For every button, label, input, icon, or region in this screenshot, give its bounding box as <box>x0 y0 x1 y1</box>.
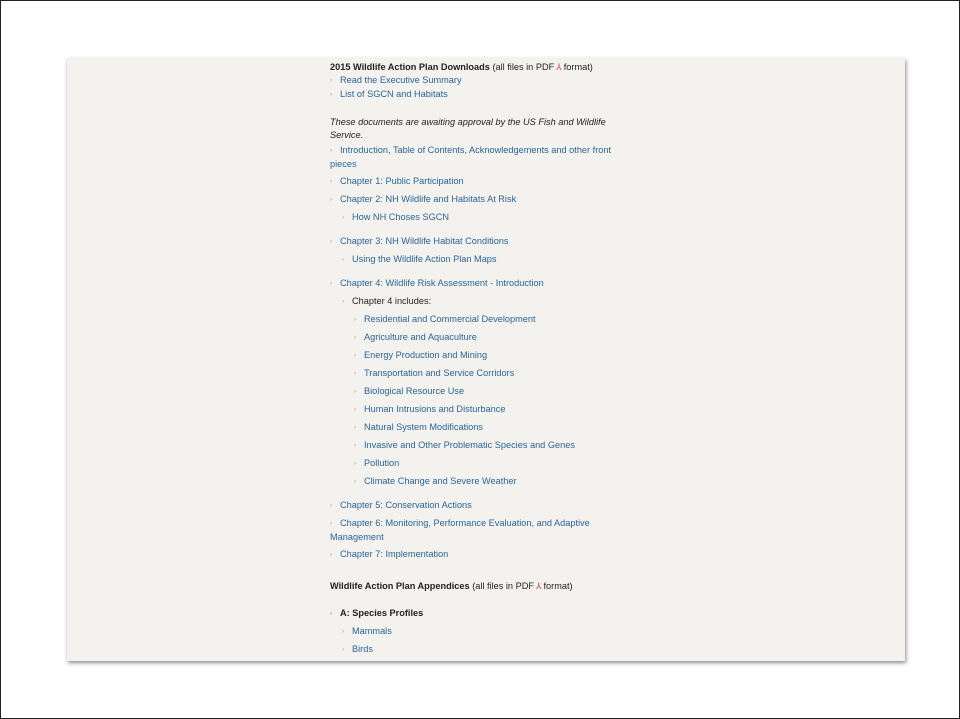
list-item: › List of SGCN and Habitats <box>330 88 630 102</box>
chevron-right-icon: › <box>330 92 332 98</box>
chevron-right-icon: › <box>330 611 332 617</box>
pdf-icon: ⅄ <box>535 581 542 591</box>
chevron-right-icon: › <box>354 389 356 395</box>
chevron-right-icon: › <box>330 197 332 203</box>
chevron-right-icon: › <box>342 257 344 263</box>
chevron-right-icon: › <box>354 353 356 359</box>
chevron-right-icon: › <box>354 479 356 485</box>
list-item: › Agriculture and Aquaculture <box>330 331 630 345</box>
chapter-7-link[interactable]: Chapter 7: Implementation <box>340 549 448 559</box>
list-item: › Birds <box>330 643 630 657</box>
chevron-right-icon: › <box>330 239 332 245</box>
list-item: › Invasive and Other Problematic Species … <box>330 439 630 453</box>
list-item: › Human Intrusions and Disturbance <box>330 403 630 417</box>
list-item: › Residential and Commercial Development <box>330 313 630 327</box>
chevron-right-icon: › <box>354 443 356 449</box>
chevron-right-icon: › <box>330 521 332 527</box>
chapter-1-link[interactable]: Chapter 1: Public Participation <box>340 176 464 186</box>
list-item: › Transportation and Service Corridors <box>330 367 630 381</box>
screenshot-frame: 2015 Wildlife Action Plan Downloads (all… <box>0 0 960 719</box>
chevron-right-icon: › <box>354 407 356 413</box>
chapter-2-link[interactable]: Chapter 2: NH Wildlife and Habitats At R… <box>340 194 516 204</box>
downloads-title: 2015 Wildlife Action Plan Downloads <box>330 62 490 72</box>
species-profiles-title: A: Species Profiles <box>340 608 424 618</box>
chevron-right-icon: › <box>354 317 356 323</box>
chapter-4-topic-link[interactable]: Pollution <box>364 458 399 468</box>
approval-note: These documents are awaiting approval by… <box>330 117 606 140</box>
chevron-right-icon: › <box>330 552 332 558</box>
list-item: › Introduction, Table of Contents, Acknow… <box>330 144 630 171</box>
appendices-note-pre: (all files in PDF <box>472 581 534 591</box>
list-item: › How NH Choses SGCN <box>330 211 630 225</box>
chapter-4-topic-link[interactable]: Natural System Modifications <box>364 422 483 432</box>
executive-summary-link[interactable]: Read the Executive Summary <box>340 75 462 85</box>
species-list: ›Mammals›Birds›Reptiles›Amphibians <box>330 625 630 661</box>
sgcn-choice-link[interactable]: How NH Choses SGCN <box>352 212 449 222</box>
downloads-note-post: format) <box>563 62 593 72</box>
appendices-title: Wildlife Action Plan Appendices <box>330 581 470 591</box>
appendices-note-post: format) <box>543 581 573 591</box>
chapter-4-topic-link[interactable]: Residential and Commercial Development <box>364 314 536 324</box>
list-item: › Climate Change and Severe Weather <box>330 475 630 489</box>
list-item: › Chapter 4: Wildlife Risk Assessment - I… <box>330 277 630 291</box>
list-item: › Chapter 5: Conservation Actions <box>330 499 630 513</box>
chapter-4-topic-link[interactable]: Human Intrusions and Disturbance <box>364 404 505 414</box>
list-item: › Chapter 2: NH Wildlife and Habitats At … <box>330 193 630 207</box>
chapter-6-link[interactable]: Chapter 6: Monitoring, Performance Evalu… <box>330 518 590 542</box>
chapter-5-link[interactable]: Chapter 5: Conservation Actions <box>340 500 472 510</box>
species-profile-link[interactable]: Birds <box>352 644 373 654</box>
chevron-right-icon: › <box>342 299 344 305</box>
downloads-heading: 2015 Wildlife Action Plan Downloads (all… <box>330 61 630 74</box>
chapter-4-link[interactable]: Chapter 4: Wildlife Risk Assessment - In… <box>340 278 544 288</box>
list-item: › Chapter 6: Monitoring, Performance Eval… <box>330 517 630 544</box>
chevron-right-icon: › <box>354 461 356 467</box>
list-item: › Mammals <box>330 625 630 639</box>
chapter-4-topic-link[interactable]: Invasive and Other Problematic Species a… <box>364 440 575 450</box>
intro-link[interactable]: Introduction, Table of Contents, Acknowl… <box>330 145 611 169</box>
chapters-list-end: › Chapter 5: Conservation Actions › Chapte… <box>330 499 630 562</box>
chapter-4-topic-link[interactable]: Energy Production and Mining <box>364 350 487 360</box>
chapter-4-topic-link[interactable]: Climate Change and Severe Weather <box>364 476 517 486</box>
list-item: › A: Species Profiles <box>330 607 630 621</box>
chevron-right-icon: › <box>330 281 332 287</box>
chevron-right-icon: › <box>342 215 344 221</box>
chevron-right-icon: › <box>330 503 332 509</box>
list-item: › Pollution <box>330 457 630 471</box>
list-item: › Chapter 4 includes: <box>330 295 630 309</box>
chevron-right-icon: › <box>354 335 356 341</box>
page-content: 2015 Wildlife Action Plan Downloads (all… <box>330 61 630 661</box>
maps-link[interactable]: Using the Wildlife Action Plan Maps <box>352 254 497 264</box>
downloads-note-pre: (all files in PDF <box>492 62 555 72</box>
list-item: › Read the Executive Summary <box>330 74 630 88</box>
sgcn-habitats-link[interactable]: List of SGCN and Habitats <box>340 89 448 99</box>
list-item: › Using the Wildlife Action Plan Maps <box>330 253 630 267</box>
list-item: › Chapter 1: Public Participation <box>330 175 630 189</box>
list-item: › Chapter 3: NH Wildlife Habitat Conditio… <box>330 235 630 249</box>
chevron-right-icon: › <box>354 425 356 431</box>
appendices-heading: Wildlife Action Plan Appendices (all fil… <box>330 580 630 593</box>
chapter-4-topic-link[interactable]: Transportation and Service Corridors <box>364 368 514 378</box>
web-page: 2015 Wildlife Action Plan Downloads (all… <box>67 58 905 661</box>
chapter-4-topic-link[interactable]: Biological Resource Use <box>364 386 464 396</box>
chevron-right-icon: › <box>342 629 344 635</box>
appendices-list: › A: Species Profiles <box>330 607 630 621</box>
downloads-list: › Read the Executive Summary › List of SGC… <box>330 74 630 102</box>
chevron-right-icon: › <box>342 647 344 653</box>
chevron-right-icon: › <box>354 371 356 377</box>
chapter-4-topic-link[interactable]: Agriculture and Aquaculture <box>364 332 477 342</box>
chevron-right-icon: › <box>330 148 332 154</box>
chapter-4-includes-label: Chapter 4 includes: <box>352 296 432 306</box>
list-item: › Chapter 7: Implementation <box>330 548 630 562</box>
chapter-4-list: › Residential and Commercial Development ›… <box>330 313 630 489</box>
list-item: › Biological Resource Use <box>330 385 630 399</box>
list-item: › Energy Production and Mining <box>330 349 630 363</box>
chevron-right-icon: › <box>330 78 332 84</box>
chapters-list: › Introduction, Table of Contents, Acknow… <box>330 144 630 309</box>
chevron-right-icon: › <box>330 179 332 185</box>
list-item: › Natural System Modifications <box>330 421 630 435</box>
species-profile-link[interactable]: Mammals <box>352 626 392 636</box>
pdf-icon: ⅄ <box>556 62 562 72</box>
chapter-3-link[interactable]: Chapter 3: NH Wildlife Habitat Condition… <box>340 236 509 246</box>
